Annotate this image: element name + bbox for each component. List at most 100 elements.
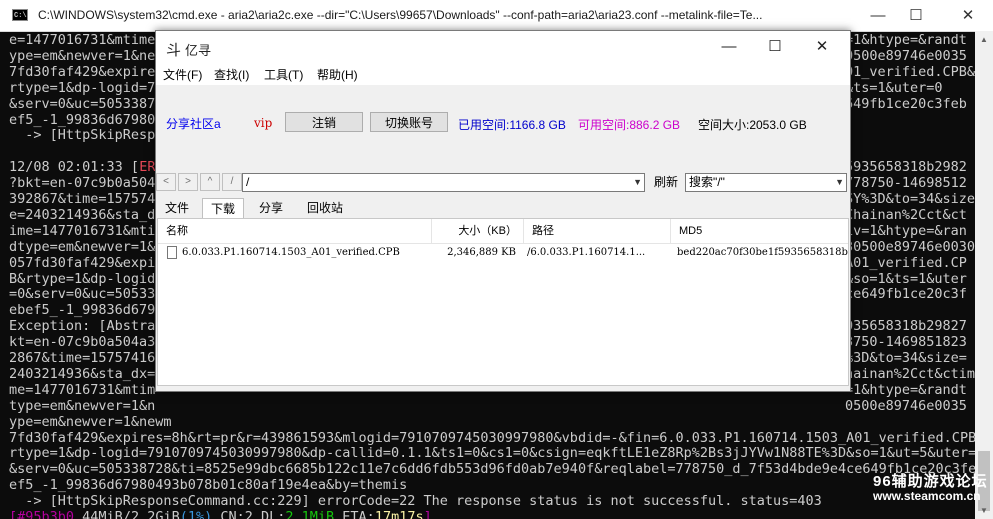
console-line: ?bkt=en-07c9b0a504: [9, 175, 156, 192]
console-line: 5935658318b2982: [845, 159, 967, 176]
console-app-icon: C:\: [12, 9, 28, 21]
forward-button[interactable]: >: [178, 173, 198, 191]
console-line: dtype=em&newver=1&: [9, 238, 156, 255]
menu-help[interactable]: 帮助(H): [317, 66, 358, 83]
status-close: ]: [423, 509, 432, 519]
status-gid: #95b3b0: [17, 509, 75, 519]
console-line: 2403214936&sta_dx=: [9, 365, 156, 382]
menu-find[interactable]: 查找(I): [214, 66, 249, 83]
used-space-label: 已用空间:1166.8 GB: [458, 118, 566, 132]
console-line: -> [HttpSkipResponseCommand.cc:229] erro…: [9, 493, 822, 510]
console-line: &serv=0&uc=505338728&ti=8525e99dbc6685b1…: [9, 461, 975, 478]
tab-shares[interactable]: 分享: [252, 198, 290, 218]
console-line: =1&htype=&randt: [845, 32, 967, 48]
app-close-button[interactable]: ✕: [799, 31, 845, 63]
column-header-path[interactable]: 路径: [524, 219, 671, 243]
up-button[interactable]: ^: [200, 173, 220, 191]
chevron-down-icon[interactable]: ▼: [835, 174, 844, 191]
console-line: 649fb1ce20c3feb: [845, 95, 967, 112]
console-line: 12/08 02:01:33 [: [9, 159, 140, 176]
console-line: 057fd30faf429&expi: [9, 254, 156, 271]
cell-size: 2,346,889 KB: [447, 247, 516, 258]
console-line: A01_verified.CP: [845, 254, 967, 271]
app-minimize-button[interactable]: —: [706, 31, 752, 63]
status-eta: 17m17s: [374, 509, 424, 519]
console-line: 3750-1469851823: [845, 334, 967, 351]
app-title: 亿寻: [185, 43, 212, 58]
console-line: 778750-14698512: [845, 175, 967, 192]
console-line: type=em&newver=1&n: [9, 397, 156, 414]
menu-tools[interactable]: 工具(T): [264, 66, 303, 83]
cell-path: /6.0.033.P1.160714.1...: [527, 247, 646, 258]
console-line: 2867&time=15757416: [9, 350, 156, 366]
console-line: Chainan%2Cct&ct: [845, 206, 967, 223]
file-icon: [167, 246, 177, 259]
console-line: 7fd30faf429&expire: [9, 63, 156, 80]
download-table: 名称 大小（KB） 路径 MD5 6.0.033.P1.160714.1503_…: [157, 218, 849, 386]
status-dl: 2.1MiB: [285, 509, 335, 519]
tab-downloads[interactable]: 下载: [202, 198, 244, 218]
tab-files[interactable]: 文件: [160, 198, 194, 218]
console-line: %3D&to=34&size=: [845, 350, 967, 366]
refresh-button[interactable]: 刷新: [649, 173, 683, 192]
console-line: ype=em&newver=1&ne: [9, 47, 156, 64]
column-header-size[interactable]: 大小（KB）: [432, 219, 524, 243]
console-line: ce649fb1ce20c3f: [845, 286, 967, 303]
console-scrollbar[interactable]: ▲ ▼: [975, 31, 993, 519]
console-line: &so=1&ts=1&uter: [845, 270, 967, 287]
path-combobox[interactable]: / ▼: [242, 173, 645, 192]
console-line: 0500e89746e0035: [845, 47, 967, 64]
search-value: 搜索"/": [689, 175, 725, 189]
console-line: iv=1&htype=&ran: [845, 222, 967, 239]
back-button[interactable]: <: [156, 173, 176, 191]
app-window: ⽃ 亿寻 — ☐ ✕ 文件(F) 查找(I) 工具(T) 帮助(H) 分享社区a…: [155, 30, 851, 392]
available-space-label: 可用空间:886.2 GB: [578, 118, 681, 132]
console-maximize-button[interactable]: ☐: [893, 0, 939, 31]
console-line: ype=em&newver=1&newm: [9, 413, 172, 430]
console-line: 7fd30faf429&expires=8h&rt=pr&r=439861593…: [9, 429, 975, 446]
scroll-down-arrow-icon[interactable]: ▼: [975, 502, 993, 519]
console-line: 30500e89746e0030: [845, 238, 975, 255]
console-line: Exception: [Abstra: [9, 318, 156, 335]
logout-button[interactable]: 注销: [285, 112, 363, 132]
console-titlebar: C:\ C:\WINDOWS\system32\cmd.exe - aria2\…: [0, 0, 993, 32]
switch-account-button[interactable]: 切换账号: [370, 112, 448, 132]
path-value: /: [246, 175, 250, 189]
vip-badge: vip: [254, 116, 273, 130]
console-line: =1&htype=&randt: [845, 381, 967, 398]
console-line: e=1477016731&mtime: [9, 32, 156, 48]
console-line: ef5_-1_99836d67980: [9, 111, 156, 128]
console-line: me=1477016731&mtim: [9, 381, 156, 398]
table-row[interactable]: 6.0.033.P1.160714.1503_A01_verified.CPB …: [158, 243, 848, 263]
console-line: 01_verified.CPB&: [845, 63, 975, 80]
status-open: [: [9, 509, 18, 519]
console-line: &serv=0&uc=5053387: [9, 95, 156, 112]
console-line: kt=en-07c9b0a504a3: [9, 334, 156, 351]
column-header-name[interactable]: 名称: [158, 219, 432, 243]
tab-recycle-bin[interactable]: 回收站: [302, 198, 348, 218]
console-line: ef5_-1_99836d67980493b078b01c80af19e4ea&…: [9, 477, 408, 494]
console-line: 0500e89746e0035: [845, 397, 967, 414]
console-line: hainan%2Cct&ctim: [845, 365, 975, 382]
menubar: 文件(F) 查找(I) 工具(T) 帮助(H): [156, 63, 850, 85]
column-header-md5[interactable]: MD5: [671, 219, 848, 243]
tab-strip: 文件 下载 分享 回收站: [156, 196, 850, 218]
console-line: ime=1477016731&mti: [9, 222, 156, 239]
scroll-up-arrow-icon[interactable]: ▲: [975, 31, 993, 48]
app-maximize-button[interactable]: ☐: [752, 31, 798, 63]
search-combobox[interactable]: 搜索"/" ▼: [685, 173, 847, 192]
status-cn: CN:2 DL:: [212, 509, 286, 519]
chevron-down-icon[interactable]: ▼: [633, 174, 642, 191]
app-logo-icon: ⽃: [166, 42, 182, 59]
root-button[interactable]: /: [222, 173, 242, 191]
share-community-link[interactable]: 分享社区a: [166, 115, 221, 132]
console-close-button[interactable]: ✕: [945, 0, 991, 31]
cell-name: 6.0.033.P1.160714.1503_A01_verified.CPB: [182, 247, 400, 258]
console-line: SY%3D&to=34&size: [845, 191, 975, 207]
cell-md5: bed220ac70f30be1f5935658318b: [677, 247, 848, 258]
console-line: e=2403214936&sta_d: [9, 206, 156, 223]
status-eta_label: ETA:: [334, 509, 375, 519]
console-status-line: [#95b3b0 44MiB/2.2GiB(1%) CN:2 DL:2.1MiB…: [9, 509, 432, 519]
watermark-url: www.steamcom.cn: [873, 489, 981, 503]
menu-file[interactable]: 文件(F): [163, 66, 202, 83]
